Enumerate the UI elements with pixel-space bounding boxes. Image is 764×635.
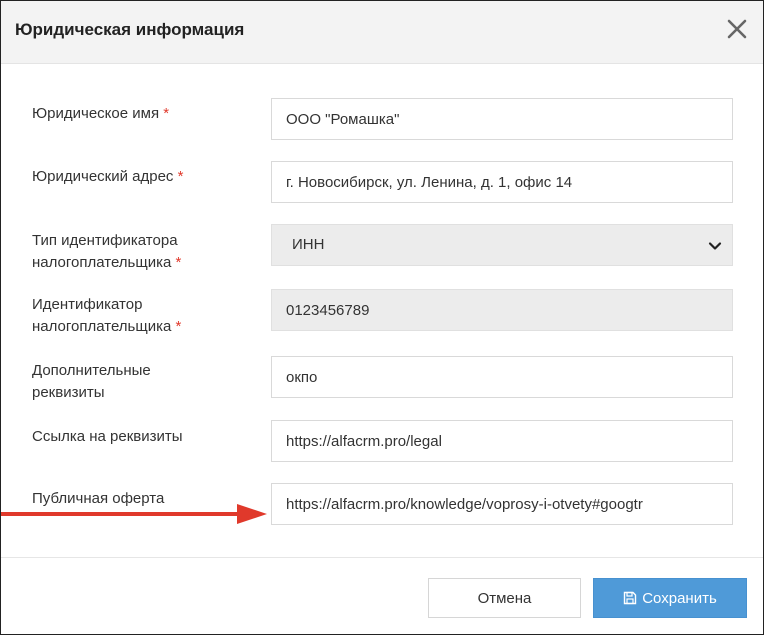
- annotation-arrow-icon: [1, 504, 267, 524]
- floppy-disk-icon: [623, 591, 637, 605]
- taxpayer-id-label: Идентификатор налогоплательщика *: [32, 296, 182, 335]
- save-button[interactable]: Сохранить: [593, 578, 747, 618]
- public-offer-input[interactable]: [271, 483, 733, 525]
- taxpayer-id-type-label: Тип идентификатора налогоплательщика *: [32, 232, 182, 271]
- legal-name-label: Юридическое имя *: [32, 105, 170, 122]
- legal-name-input[interactable]: [271, 98, 733, 140]
- close-icon[interactable]: [725, 17, 749, 41]
- required-mark: *: [177, 168, 184, 185]
- taxpayer-id-input[interactable]: [271, 289, 733, 331]
- chevron-down-icon: [708, 239, 722, 253]
- extra-details-input[interactable]: [271, 356, 733, 398]
- required-mark: *: [175, 318, 182, 335]
- details-link-label: Ссылка на реквизиты: [32, 428, 183, 445]
- legal-address-label: Юридический адрес *: [32, 168, 184, 185]
- details-link-input[interactable]: [271, 420, 733, 462]
- taxpayer-id-type-value: ИНН: [292, 236, 325, 253]
- dialog-header: Юридическая информация: [1, 1, 763, 64]
- legal-info-dialog: Юридическая информация Юридическое имя *…: [0, 0, 764, 635]
- dialog-title: Юридическая информация: [15, 20, 245, 39]
- legal-address-input[interactable]: [271, 161, 733, 203]
- footer-divider: [1, 557, 763, 558]
- extra-details-label: Дополнительные реквизиты: [32, 362, 151, 401]
- taxpayer-id-type-select[interactable]: ИНН: [271, 224, 733, 266]
- cancel-button[interactable]: Отмена: [428, 578, 581, 618]
- required-mark: *: [175, 254, 182, 271]
- required-mark: *: [163, 105, 170, 122]
- save-button-label: Сохранить: [642, 589, 717, 607]
